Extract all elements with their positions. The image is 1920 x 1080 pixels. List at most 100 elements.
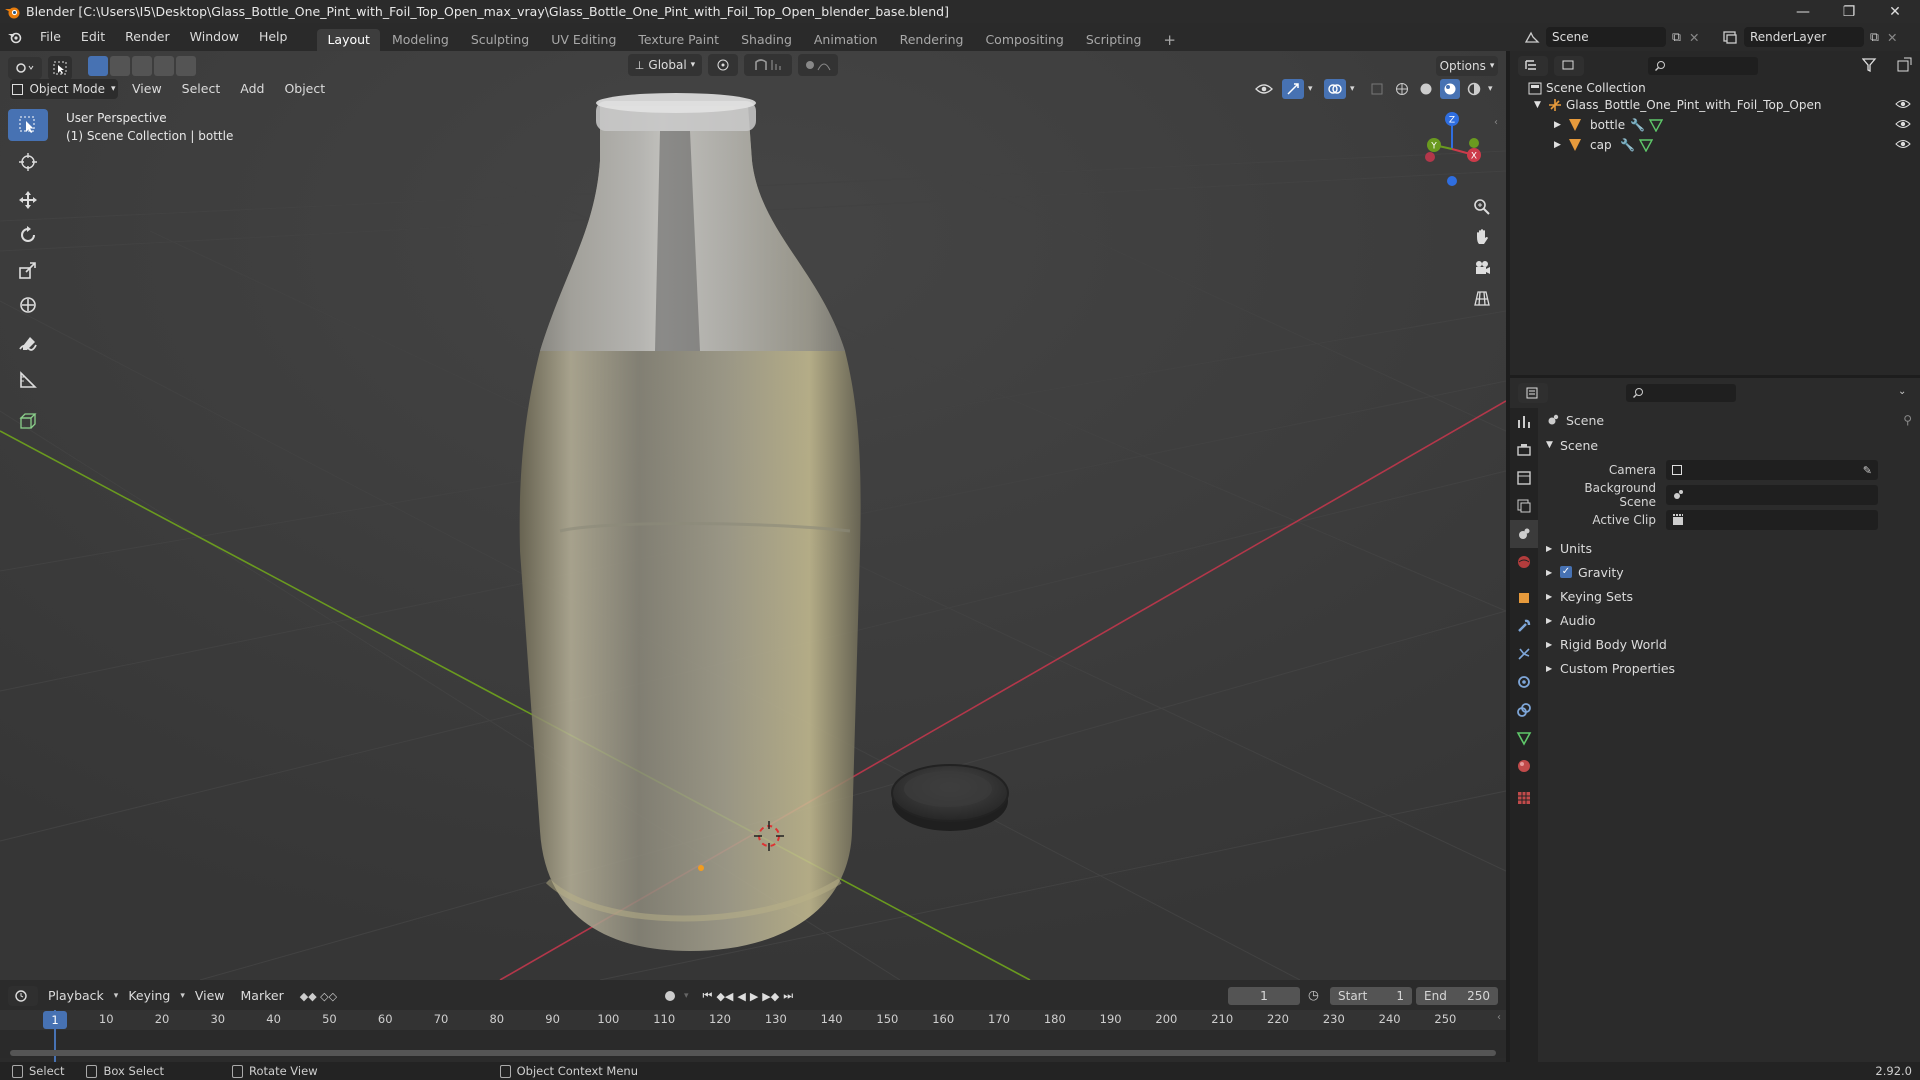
scene-name-field[interactable]: Scene [1546,27,1666,47]
clock-icon[interactable]: ◷ [1308,987,1319,1002]
selection-mode-group[interactable] [88,56,196,76]
tab-modeling[interactable]: Modeling [382,29,459,51]
tab-render[interactable] [1510,436,1538,464]
measure-tool-button[interactable] [8,364,48,396]
active-clip-field[interactable] [1666,510,1878,530]
zoom-button[interactable] [1468,193,1496,221]
overlays-toggle-icon[interactable] [1324,79,1346,99]
tab-shading[interactable]: Shading [731,29,802,51]
tab-layout[interactable]: Layout [317,29,380,51]
expand-arrow-icon[interactable]: ▼ [1534,100,1548,110]
maximize-button[interactable]: ❐ [1826,0,1872,23]
tab-tool[interactable] [1510,408,1538,436]
timeline-editor-type-icon[interactable] [8,986,38,1006]
select-box-tool-button[interactable] [8,109,48,141]
select-intersect-icon[interactable] [176,56,196,76]
tab-physics[interactable] [1510,668,1538,696]
properties-editor-type-icon[interactable] [1518,383,1548,403]
pan-button[interactable] [1468,223,1496,251]
chevron-down-icon[interactable]: ▾ [684,991,689,1001]
close-button[interactable]: ✕ [1872,0,1918,23]
record-icon[interactable] [660,986,680,1006]
pin-icon[interactable]: ⚲ [1903,413,1912,427]
audio-panel-header[interactable]: ▶ Audio [1546,608,1912,632]
gravity-panel-header[interactable]: ▶ ✓ Gravity [1546,560,1912,584]
tab-texture[interactable] [1510,784,1538,812]
material-preview-shading-icon[interactable] [1440,79,1460,99]
gizmo-toggle-icon[interactable] [1282,79,1304,99]
tab-uv-editing[interactable]: UV Editing [541,29,626,51]
menu-file[interactable]: File [30,23,71,51]
rendered-shading-icon[interactable] [1464,79,1484,99]
keying-sets-panel-header[interactable]: ▶ Keying Sets [1546,584,1912,608]
outliner-row-bottle[interactable]: ▶ bottle 🔧 [1554,115,1894,135]
chevron-left-icon[interactable]: ‹ [1497,1012,1501,1023]
outliner-row-collection[interactable]: ▼ Glass_Bottle_One_Pint_with_Foil_Top_Op… [1534,95,1914,115]
tab-material[interactable] [1510,752,1538,780]
pivot-point-dropdown[interactable] [708,54,738,76]
tab-constraints[interactable] [1510,696,1538,724]
keyframe-icons[interactable]: ◆◆ ◇◇ [300,990,337,1003]
timeline-menu-marker[interactable]: Marker [235,986,290,1006]
eyedropper-icon[interactable]: ✎ [1863,464,1872,477]
sidebar-toggle-icon[interactable]: ‹ [1494,117,1498,128]
solid-shading-icon[interactable] [1416,79,1436,99]
playhead-frame-badge[interactable]: 1 [43,1011,67,1029]
wireframe-shading-icon[interactable] [1392,79,1412,99]
start-frame-field[interactable]: Start 1 [1330,987,1412,1005]
perspective-toggle-button[interactable] [1468,284,1496,312]
menu-window[interactable]: Window [180,23,249,51]
timeline-menu-keying[interactable]: Keying [122,986,176,1006]
navigation-gizmo[interactable]: Z X Y [1416,111,1486,191]
editor-type-button[interactable] [8,57,42,79]
orientation-dropdown[interactable]: ⊥ Global ▾ [628,54,702,76]
background-scene-field[interactable] [1666,485,1878,505]
add-cube-tool-button[interactable] [8,406,48,438]
tab-particles[interactable] [1510,640,1538,668]
custom-properties-panel-header[interactable]: ▶ Custom Properties [1546,656,1912,680]
filter-icon[interactable] [1862,58,1878,72]
next-keyframe-icon[interactable]: ▶◆ [762,990,779,1003]
scene-selector[interactable]: Scene ⧉ ✕ [1524,27,1699,47]
rotate-tool-button[interactable] [8,219,48,251]
end-frame-field[interactable]: End 250 [1416,987,1498,1005]
chevron-down-icon[interactable]: ▾ [1488,84,1500,94]
play-icon[interactable]: ▶ [750,990,758,1003]
units-panel-header[interactable]: ▶ Units [1546,536,1912,560]
select-invert-icon[interactable] [154,56,174,76]
expand-arrow-icon[interactable]: ▶ [1554,140,1568,150]
scene-panel-header[interactable]: ▼ Scene [1546,433,1912,457]
3d-viewport[interactable]: ⊥ Global ▾ Options ▾ Object Mode ▾ View … [0,51,1506,980]
current-frame-field[interactable]: 1 [1228,987,1300,1005]
tab-output[interactable] [1510,464,1538,492]
annotate-tool-button[interactable] [8,329,48,361]
tab-sculpting[interactable]: Sculpting [461,29,539,51]
minimize-button[interactable]: — [1780,0,1826,23]
visibility-eye-icon[interactable] [1250,79,1278,99]
tab-view-layer[interactable] [1510,492,1538,520]
tab-texture-paint[interactable]: Texture Paint [628,29,729,51]
timeline-menu-playback[interactable]: Playback [42,986,110,1006]
tab-object[interactable] [1510,584,1538,612]
delete-scene-icon[interactable]: ✕ [1689,30,1699,45]
viewport-menu-view[interactable]: View [126,79,168,99]
menu-edit[interactable]: Edit [71,23,115,51]
delete-view-layer-icon[interactable]: ✕ [1887,30,1897,45]
viewport-menu-select[interactable]: Select [176,79,227,99]
display-mode-icon[interactable] [1554,56,1584,76]
chevron-down-icon[interactable]: ▾ [1350,84,1362,94]
transform-tool-button[interactable] [8,289,48,321]
move-tool-button[interactable] [8,184,48,216]
tab-modifiers[interactable] [1510,612,1538,640]
previous-keyframe-icon[interactable]: ◆◀ [716,990,733,1003]
new-view-layer-icon[interactable]: ⧉ [1870,29,1879,45]
tab-scripting[interactable]: Scripting [1076,29,1152,51]
tab-scene[interactable] [1510,520,1538,548]
rigid-body-world-panel-header[interactable]: ▶ Rigid Body World [1546,632,1912,656]
viewport-menu-object[interactable]: Object [278,79,331,99]
camera-view-button[interactable] [1468,254,1496,282]
properties-search-input[interactable] [1626,384,1736,402]
menu-render[interactable]: Render [115,23,180,51]
timeline-menu-view[interactable]: View [189,986,231,1006]
tab-world[interactable] [1510,548,1538,576]
